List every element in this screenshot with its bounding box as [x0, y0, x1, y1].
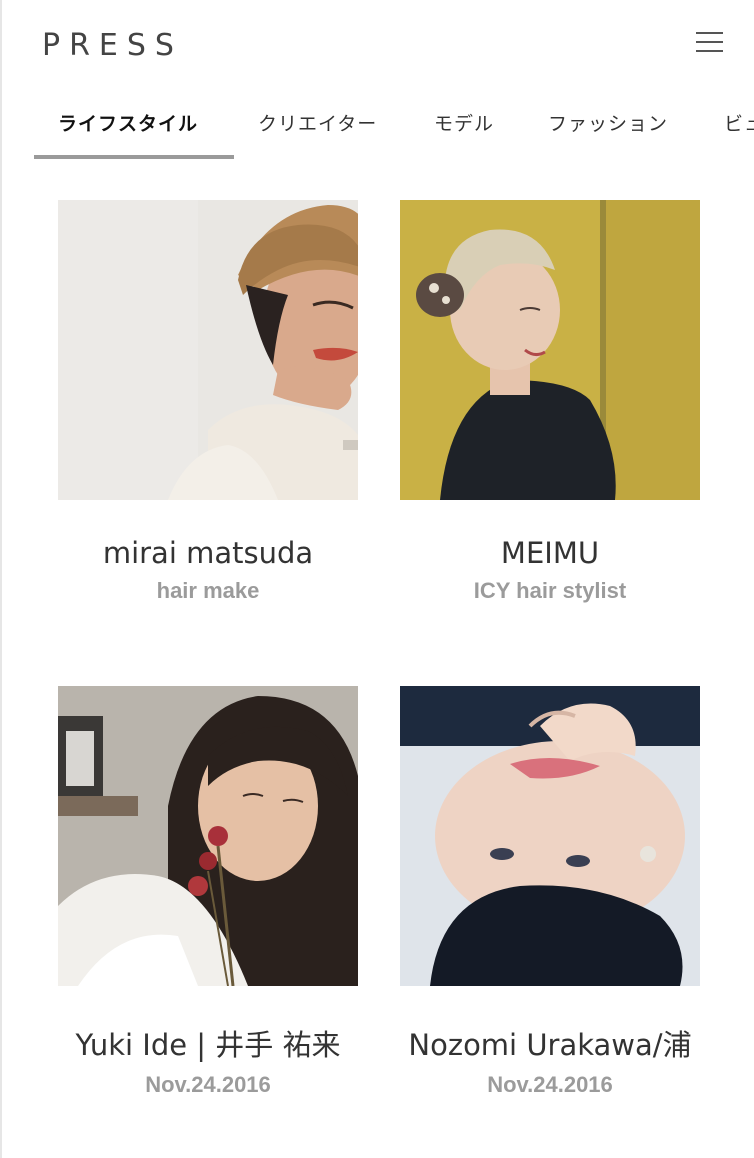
profile-photo[interactable]: [58, 686, 358, 986]
profile-name: Nozomi Urakawa/浦: [408, 1028, 692, 1062]
category-tabs: ライフスタイル クリエイター モデル ファッション ビュ: [2, 92, 754, 160]
profile-card[interactable]: mirai matsuda hair make: [58, 200, 358, 604]
profile-subtitle: ICY hair stylist: [473, 578, 627, 603]
profile-photo[interactable]: [400, 200, 700, 500]
profile-date: Nov.24.2016: [145, 1072, 271, 1097]
site-logo[interactable]: PRESS: [42, 28, 183, 63]
active-tab-indicator: [34, 155, 234, 159]
hamburger-menu-icon[interactable]: [694, 30, 726, 56]
header: PRESS: [2, 0, 754, 92]
profile-date: Nov.24.2016: [487, 1072, 613, 1097]
tab-fashion[interactable]: ファッション: [548, 92, 668, 158]
tab-beauty[interactable]: ビュ: [724, 92, 754, 158]
tab-model[interactable]: モデル: [434, 92, 494, 158]
profile-card[interactable]: Yuki Ide | 井手 祐来 Nov.24.2016: [58, 686, 358, 1098]
profile-photo[interactable]: [58, 200, 358, 500]
profile-name: MEIMU: [500, 536, 600, 570]
tab-lifestyle[interactable]: ライフスタイル: [58, 92, 198, 158]
profile-card[interactable]: Nozomi Urakawa/浦 Nov.24.2016: [400, 686, 700, 1098]
profile-name: Yuki Ide | 井手 祐来: [75, 1028, 341, 1062]
menu-line: [696, 32, 723, 34]
menu-line: [696, 50, 723, 52]
profile-subtitle: hair make: [156, 578, 260, 603]
page: PRESS ライフスタイル クリエイター モデル ファッション ビュ: [0, 0, 754, 1158]
profile-photo[interactable]: [400, 686, 700, 986]
menu-line: [696, 41, 723, 43]
tab-creator[interactable]: クリエイター: [258, 92, 377, 158]
profile-card[interactable]: MEIMU ICY hair stylist: [400, 200, 700, 604]
profile-name: mirai matsuda: [102, 536, 314, 570]
